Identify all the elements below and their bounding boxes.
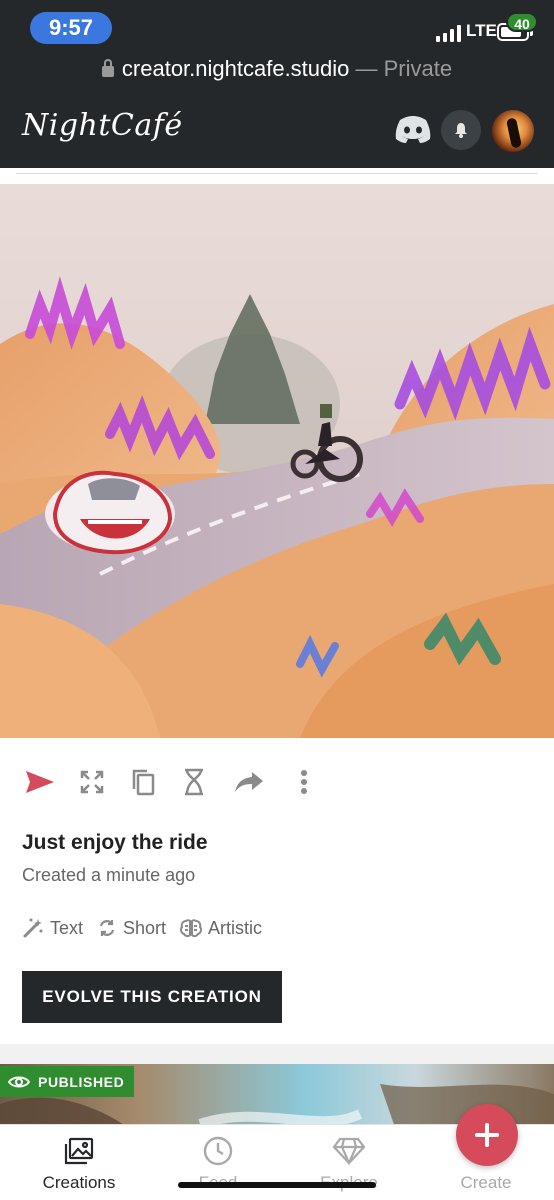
creation-image[interactable]: [0, 184, 554, 738]
creation-timestamp: Created a minute ago: [22, 865, 196, 885]
divider: [16, 173, 538, 174]
tag-text: Text: [22, 917, 83, 939]
avatar[interactable]: [492, 110, 534, 152]
bell-icon: [455, 123, 467, 138]
tag-label: Text: [50, 917, 84, 938]
published-label: PUBLISHED: [38, 1073, 125, 1090]
tag-short: Short: [97, 918, 166, 939]
diamond-icon: [332, 1137, 366, 1165]
nav-creations[interactable]: Creations: [24, 1135, 134, 1193]
hourglass-icon[interactable]: [176, 764, 212, 800]
network-label: LTE: [466, 21, 497, 40]
eye-icon: [8, 1076, 30, 1087]
nav-label: Creations: [42, 1173, 116, 1192]
tag-artistic: Artistic: [180, 918, 262, 939]
home-indicator: [178, 1182, 376, 1188]
copy-icon[interactable]: [125, 764, 161, 800]
magic-wand-icon: [23, 918, 43, 938]
creation-tags: Text Short Artistic: [22, 916, 276, 940]
clock-icon: [203, 1136, 233, 1166]
share-icon[interactable]: [231, 764, 267, 800]
creation-actions: [0, 764, 554, 800]
published-badge: PUBLISHED: [0, 1066, 135, 1097]
url-text: creator.nightcafe.studio: [121, 56, 350, 81]
nightcafe-logo[interactable]: NightCafé: [22, 108, 183, 143]
discord-icon[interactable]: [394, 114, 432, 144]
status-bar: 9:57 LTE creator.nightcafe.studio — Priv…: [0, 0, 554, 92]
fullscreen-icon[interactable]: [74, 764, 110, 800]
lock-icon: [101, 59, 114, 77]
tag-label: Short: [123, 917, 167, 938]
signal-icon: [436, 24, 461, 42]
address-bar[interactable]: creator.nightcafe.studio — Private: [0, 56, 554, 86]
images-icon: [64, 1137, 94, 1165]
create-plus-button[interactable]: [456, 1104, 518, 1166]
creation-title: Just enjoy the ride: [22, 831, 208, 854]
evolve-button[interactable]: EVOLVE THIS CREATION: [22, 971, 282, 1023]
refresh-icon: [99, 920, 115, 936]
notification-badge: 40: [506, 12, 538, 32]
private-label: — Private: [349, 56, 453, 81]
brain-icon: [180, 919, 203, 938]
more-vertical-icon[interactable]: [286, 764, 322, 800]
app-header: NightCafé: [0, 92, 554, 168]
send-icon[interactable]: [22, 764, 58, 800]
nav-label: Create: [460, 1173, 512, 1192]
tag-label: Artistic: [208, 917, 263, 938]
notifications-button[interactable]: [441, 110, 481, 150]
status-time: 9:57: [30, 12, 112, 44]
creation-card: Just enjoy the ride Created a minute ago…: [0, 168, 554, 1044]
